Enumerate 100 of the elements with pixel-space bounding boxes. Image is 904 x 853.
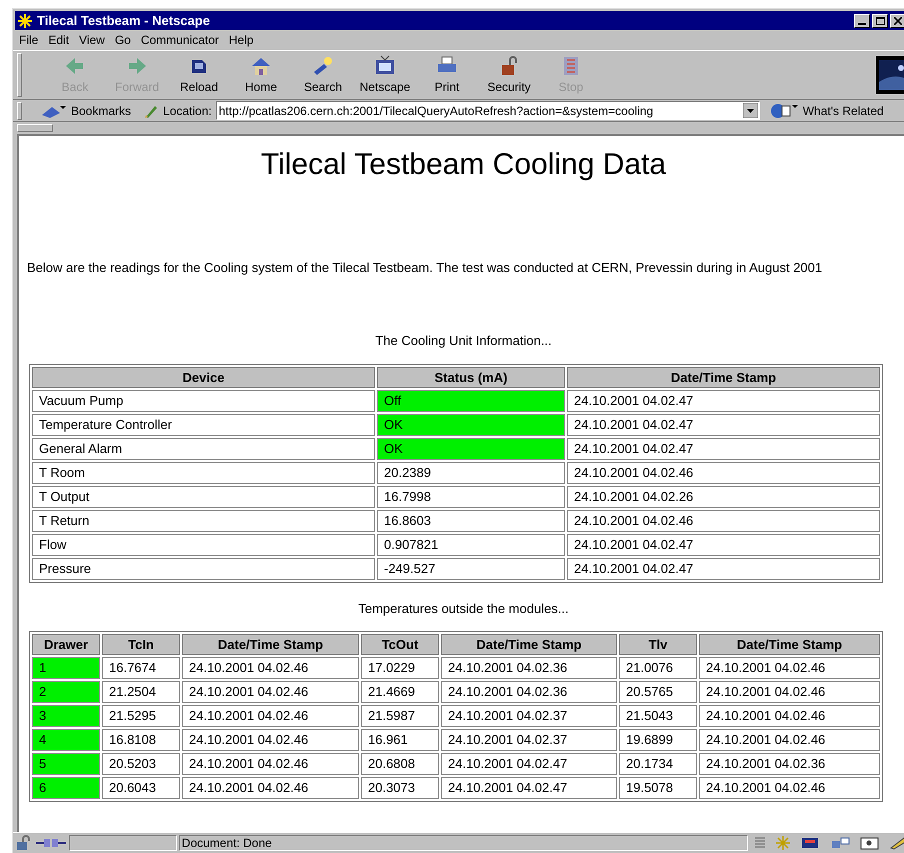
table-cell: 20.5765: [619, 681, 697, 703]
bookmarks-button[interactable]: Bookmarks: [40, 102, 132, 120]
table-cell: 0.907821: [377, 534, 565, 556]
table-cell: 20.5203: [102, 753, 180, 775]
table-cell: 24.10.2001 04.02.36: [441, 681, 617, 703]
pencil-icon[interactable]: [888, 836, 904, 850]
table-cell: 1: [32, 657, 100, 679]
menu-item[interactable]: Edit: [48, 31, 70, 49]
intro-paragraph: Below are the readings for the Cooling system of the Tilecal Testbeam. The test was conducted at CERN, Prevessin during in August 2001: [27, 260, 824, 276]
column-header: Date/Time Stamp: [441, 634, 617, 655]
minimize-button[interactable]: [854, 14, 870, 28]
menu-item[interactable]: File: [19, 31, 38, 49]
table-cell: 20.1734: [619, 753, 697, 775]
table-cell: Temperature Controller: [32, 414, 375, 436]
table-cell: 24.10.2001 04.02.46: [182, 753, 359, 775]
column-header: Tlv: [619, 634, 697, 655]
toolbar-button[interactable]: Search: [292, 52, 354, 98]
table-cell: General Alarm: [32, 438, 375, 460]
table-cell: 24.10.2001 04.02.46: [567, 462, 880, 484]
address-card-icon[interactable]: [860, 836, 880, 850]
table-cell: 24.10.2001 04.02.46: [699, 681, 880, 703]
table-cell: 24.10.2001 04.02.46: [699, 729, 880, 751]
table-cell: 24.10.2001 04.02.47: [567, 414, 880, 436]
table-cell: 16.7674: [102, 657, 180, 679]
netscape-logo[interactable]: [876, 56, 904, 94]
table-cell: T Room: [32, 462, 375, 484]
column-header: Date/Time Stamp: [567, 366, 880, 388]
table-cell: 24.10.2001 04.02.46: [182, 705, 359, 727]
list-icon[interactable]: [754, 836, 766, 850]
table-cell: OK: [377, 414, 565, 436]
column-header: TcOut: [361, 634, 439, 655]
table-cell: 24.10.2001 04.02.46: [699, 777, 880, 799]
collapsed-toolbar-tab[interactable]: [17, 124, 53, 132]
table-cell: 16.8603: [377, 510, 565, 532]
table-cell: 21.4669: [361, 681, 439, 703]
menu-item[interactable]: View: [79, 31, 105, 49]
menu-item[interactable]: Help: [228, 31, 254, 49]
table-cell: 24.10.2001 04.02.37: [441, 729, 617, 751]
table-cell: 24.10.2001 04.02.46: [699, 657, 880, 679]
location-field[interactable]: http://pcatlas206.cern.ch:2001/TilecalQueryAutoRefresh?action=&system=cooling: [216, 101, 760, 120]
column-header: TcIn: [102, 634, 180, 655]
table-cell: -249.527: [377, 558, 565, 580]
table-caption: Temperatures outside the modules...: [357, 600, 570, 618]
table-cell: 21.5043: [619, 705, 697, 727]
table-cell: 16.961: [361, 729, 439, 751]
table-cell: 24.10.2001 04.02.47: [567, 438, 880, 460]
table-cell: 21.5987: [361, 705, 439, 727]
table-cell: 20.3073: [361, 777, 439, 799]
column-header: Drawer: [32, 634, 100, 655]
table-cell: 16.7998: [377, 486, 565, 508]
table-cell: Flow: [32, 534, 375, 556]
table-cell: 24.10.2001 04.02.47: [441, 777, 617, 799]
globe-icon: [770, 102, 800, 118]
table-cell: OK: [377, 438, 565, 460]
column-header: Date/Time Stamp: [182, 634, 359, 655]
dropdown-arrow-icon[interactable]: [742, 103, 758, 118]
table-cell: 24.10.2001 04.02.36: [699, 753, 880, 775]
table-cell: 20.6808: [361, 753, 439, 775]
table-cell: Pressure: [32, 558, 375, 580]
menu-item[interactable]: Communicator: [140, 31, 219, 49]
padlock-icon[interactable]: [15, 835, 33, 851]
table-cell: 21.0076: [619, 657, 697, 679]
sparkle-icon: [17, 12, 33, 28]
table-cell: 24.10.2001 04.02.47: [567, 534, 880, 556]
toolbar-button[interactable]: Netscape: [354, 52, 416, 98]
table-cell: 24.10.2001 04.02.26: [567, 486, 880, 508]
toolbar-button[interactable]: Print: [416, 52, 478, 98]
table-caption: The Cooling Unit Information...: [374, 332, 553, 350]
toolbar-button[interactable]: Home: [230, 52, 292, 98]
table-cell: Off: [377, 390, 565, 412]
table-cell: 6: [32, 777, 100, 799]
table-cell: 21.5295: [102, 705, 180, 727]
close-icon: [894, 16, 902, 24]
toolbar-button[interactable]: Security: [478, 52, 540, 98]
toolbar-grip[interactable]: [17, 53, 22, 97]
table-cell: 24.10.2001 04.02.37: [441, 705, 617, 727]
table-cell: 24.10.2001 04.02.46: [182, 681, 359, 703]
table-cell: 21.2504: [102, 681, 180, 703]
table-cell: 16.8108: [102, 729, 180, 751]
status-text: Document: Done: [178, 835, 748, 851]
table-cell: 2: [32, 681, 100, 703]
column-header: Device: [32, 366, 375, 388]
location-label: Location:: [163, 102, 212, 120]
minimize-icon: [858, 22, 866, 24]
toolbar-button[interactable]: Reload: [168, 52, 230, 98]
table-cell: T Output: [32, 486, 375, 508]
menu-item[interactable]: Go: [114, 31, 131, 49]
table-cell: 24.10.2001 04.02.36: [441, 657, 617, 679]
maximize-button[interactable]: [872, 14, 888, 28]
close-button[interactable]: [890, 14, 904, 28]
table-cell: T Return: [32, 510, 375, 532]
whats-related-button[interactable]: What's Related: [770, 102, 884, 120]
table-cell: 5: [32, 753, 100, 775]
table-cell: 19.5078: [619, 777, 697, 799]
chat-icon[interactable]: [830, 836, 852, 850]
maximize-icon: [876, 16, 884, 24]
table-cell: 17.0229: [361, 657, 439, 679]
page-heading: Tilecal Testbeam Cooling Data: [260, 147, 668, 183]
table-cell: 24.10.2001 04.02.46: [567, 510, 880, 532]
table-cell: 24.10.2001 04.02.46: [182, 777, 359, 799]
